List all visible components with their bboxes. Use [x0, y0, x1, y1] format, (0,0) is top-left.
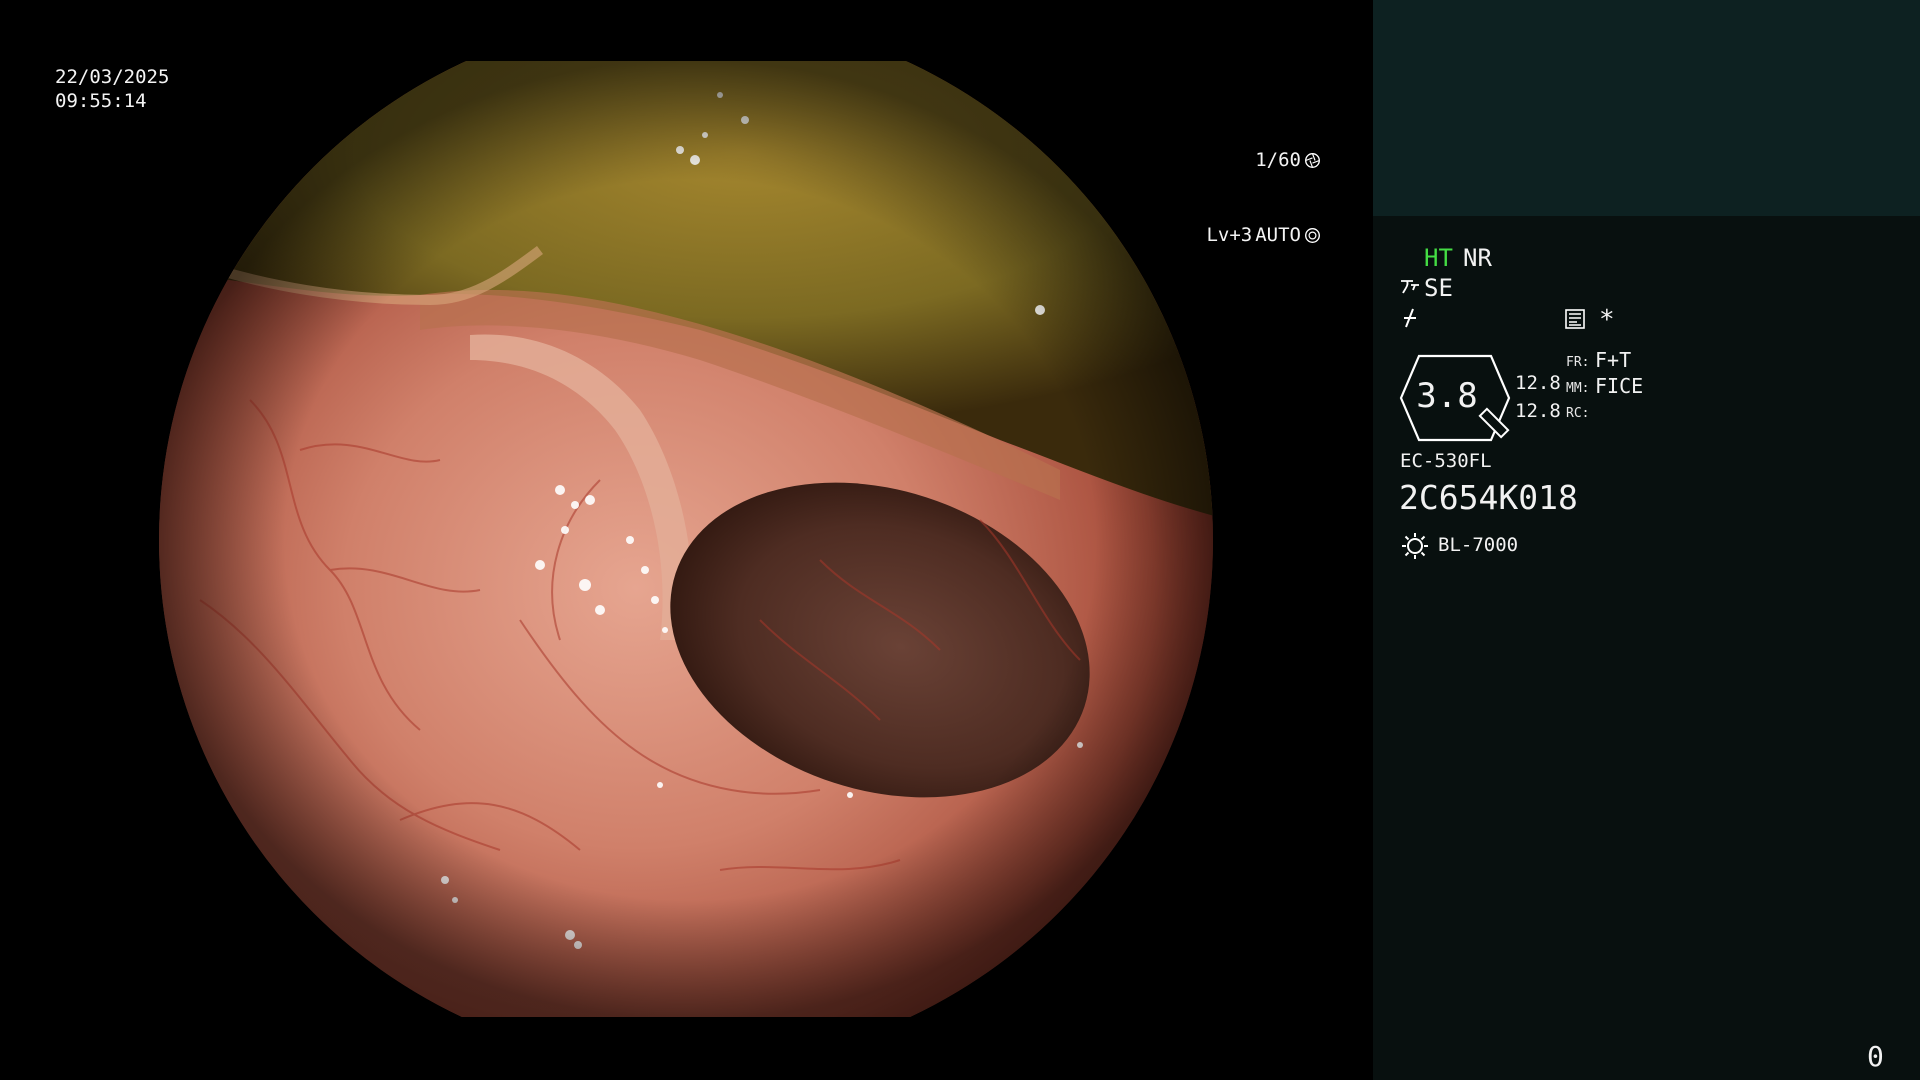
se-indicator: SE	[1424, 274, 1453, 302]
exposure-readout: 1/60 Lv+3 AUTO	[1206, 100, 1321, 295]
patient-info-area	[1373, 0, 1920, 216]
iris-icon	[1305, 227, 1320, 243]
scope-model: EC-530FL	[1400, 450, 1492, 472]
fr-label: FR:	[1566, 355, 1590, 370]
fr-value: F+T	[1595, 348, 1632, 372]
shutter-speed: 1/60	[1255, 149, 1301, 171]
mm-label: MM:	[1566, 381, 1590, 396]
iris-mode: AUTO	[1255, 224, 1301, 246]
mm-value: FICE	[1595, 374, 1644, 398]
scope-serial: 2C654K018	[1399, 478, 1578, 517]
star-indicator: *	[1599, 305, 1615, 335]
date-readout: 22/03/2025	[55, 66, 170, 88]
setting-value-2: 12.8	[1515, 400, 1561, 422]
image-counter: 0	[1867, 1040, 1884, 1073]
magnification-value: 3.8	[1416, 376, 1478, 416]
scope-tip-icon	[1401, 280, 1419, 294]
document-icon	[1565, 309, 1585, 329]
rc-label: RC:	[1566, 406, 1590, 421]
shutter-icon	[1305, 152, 1320, 168]
nr-indicator: NR	[1463, 244, 1492, 272]
iris-level: Lv+3	[1206, 224, 1253, 246]
time-readout: 09:55:14	[55, 90, 147, 112]
info-panel: HT NR SE * 3.8 12.8 12.8 FR: F+T MM: FIC…	[1373, 0, 1920, 1080]
endoscopic-image	[0, 0, 1373, 1080]
endoscope-view: 22/03/2025 09:55:14 1/60 Lv+3 AUTO	[0, 0, 1373, 1080]
lamp-icon	[1402, 533, 1428, 559]
setting-value-1: 12.8	[1515, 372, 1561, 394]
endoscopy-screen: 22/03/2025 09:55:14 1/60 Lv+3 AUTO HT NR…	[0, 0, 1920, 1080]
ht-indicator: HT	[1424, 244, 1453, 272]
bolt-icon	[1404, 308, 1416, 328]
light-source: BL-7000	[1438, 534, 1519, 556]
